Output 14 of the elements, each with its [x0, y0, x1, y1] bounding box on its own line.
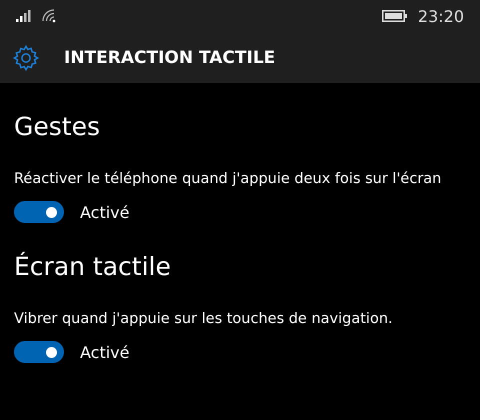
- toggle-state-label: Activé: [80, 342, 130, 362]
- section-title: Gestes: [14, 111, 101, 143]
- toggle-switch[interactable]: [14, 341, 64, 363]
- signal-icon: [16, 10, 32, 22]
- wifi-icon: [42, 9, 56, 23]
- battery-icon: [382, 10, 408, 22]
- section-title: Écran tactile: [14, 251, 172, 283]
- setting-description: Réactiver le téléphone quand j'appuie deux fois sur l'écran: [14, 170, 442, 189]
- page-title: INTERACTION TACTILE: [64, 48, 276, 68]
- clock-time: 23:20: [418, 6, 464, 26]
- toggle-state-label: Activé: [80, 202, 130, 222]
- settings-icon: [12, 44, 40, 72]
- setting-description: Vibrer quand j'appuie sur les touches de navigation.: [14, 310, 394, 329]
- toggle-switch[interactable]: [14, 201, 64, 223]
